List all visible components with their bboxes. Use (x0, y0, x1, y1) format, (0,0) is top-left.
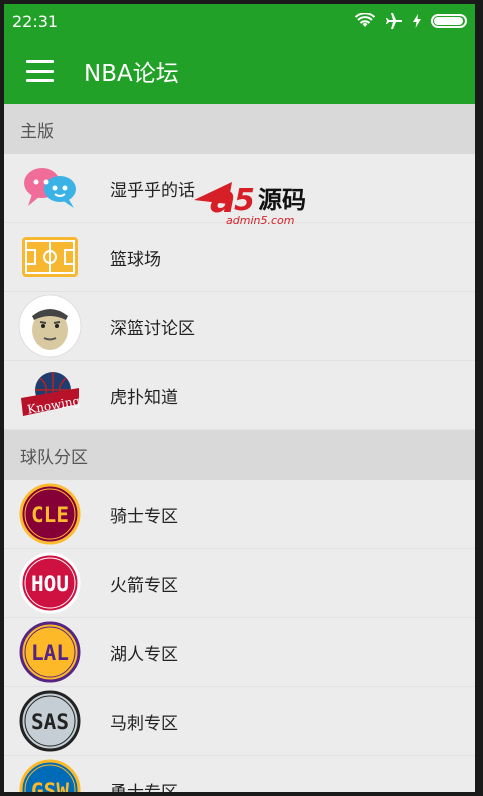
section-header-main: 主版 (4, 104, 475, 154)
gsw-team-icon: GSW (18, 758, 82, 792)
status-time: 22:31 (12, 11, 59, 31)
status-icons (355, 12, 467, 30)
knowing-basketball-icon: Knowing (18, 363, 82, 427)
cle-team-icon: CLE (18, 482, 82, 546)
list-item-team[interactable]: HOU 火箭专区 (4, 549, 475, 618)
battery-icon (431, 14, 467, 28)
item-label: 深篮讨论区 (110, 318, 195, 339)
section-title: 球队分区 (20, 447, 88, 468)
hou-team-icon: HOU (18, 551, 82, 615)
list-item-team[interactable]: SAS 马刺专区 (4, 687, 475, 756)
team-abbr: LAL (31, 641, 69, 665)
face-avatar-icon (18, 294, 82, 358)
charging-icon (413, 14, 421, 28)
team-abbr: HOU (31, 572, 69, 596)
item-label: 湿乎乎的话 (110, 180, 195, 201)
basketball-court-icon (18, 225, 82, 289)
list-item-team[interactable]: CLE 骑士专区 (4, 480, 475, 549)
team-abbr: SAS (31, 710, 69, 734)
item-label: 马刺专区 (110, 713, 178, 734)
item-label: 火箭专区 (110, 575, 178, 596)
chat-bubbles-icon (18, 156, 82, 220)
list-item-deep-discussion[interactable]: 深篮讨论区 (4, 292, 475, 361)
item-label: 骑士专区 (110, 506, 178, 527)
team-abbr: GSW (31, 779, 69, 792)
item-label: 虎扑知道 (110, 387, 178, 408)
app-title: NBA论坛 (84, 61, 179, 87)
wifi-icon (355, 13, 375, 27)
list-item-shihuhu[interactable]: 湿乎乎的话 (4, 154, 475, 223)
item-label: 篮球场 (110, 249, 161, 270)
item-label: 湖人专区 (110, 644, 178, 665)
item-label: 勇士专区 (110, 778, 178, 793)
list-item-team[interactable]: GSW 勇士专区 (4, 756, 475, 792)
sas-team-icon: SAS (18, 689, 82, 753)
battery-fill (434, 17, 463, 25)
team-abbr: CLE (31, 503, 69, 527)
menu-icon[interactable] (26, 60, 54, 82)
lal-team-icon: LAL (18, 620, 82, 684)
list-item-hupu-knowing[interactable]: Knowing 虎扑知道 (4, 361, 475, 430)
team-list: CLE 骑士专区 HOU 火箭专区 LAL 湖人专区 SAS 马刺专区 GSW 勇士专区 (4, 480, 475, 792)
app-screen: 22:31 NBA论坛 主版 湿乎乎的话 篮球场 深篮讨论区 Knowing 虎… (4, 4, 475, 792)
airplane-icon (386, 13, 402, 29)
list-item-court[interactable]: 篮球场 (4, 223, 475, 292)
list-item-team[interactable]: LAL 湖人专区 (4, 618, 475, 687)
status-bar: 22:31 (4, 4, 475, 38)
app-bar: NBA论坛 (4, 38, 475, 104)
section-title: 主版 (20, 121, 54, 142)
section-header-teams: 球队分区 (4, 430, 475, 480)
